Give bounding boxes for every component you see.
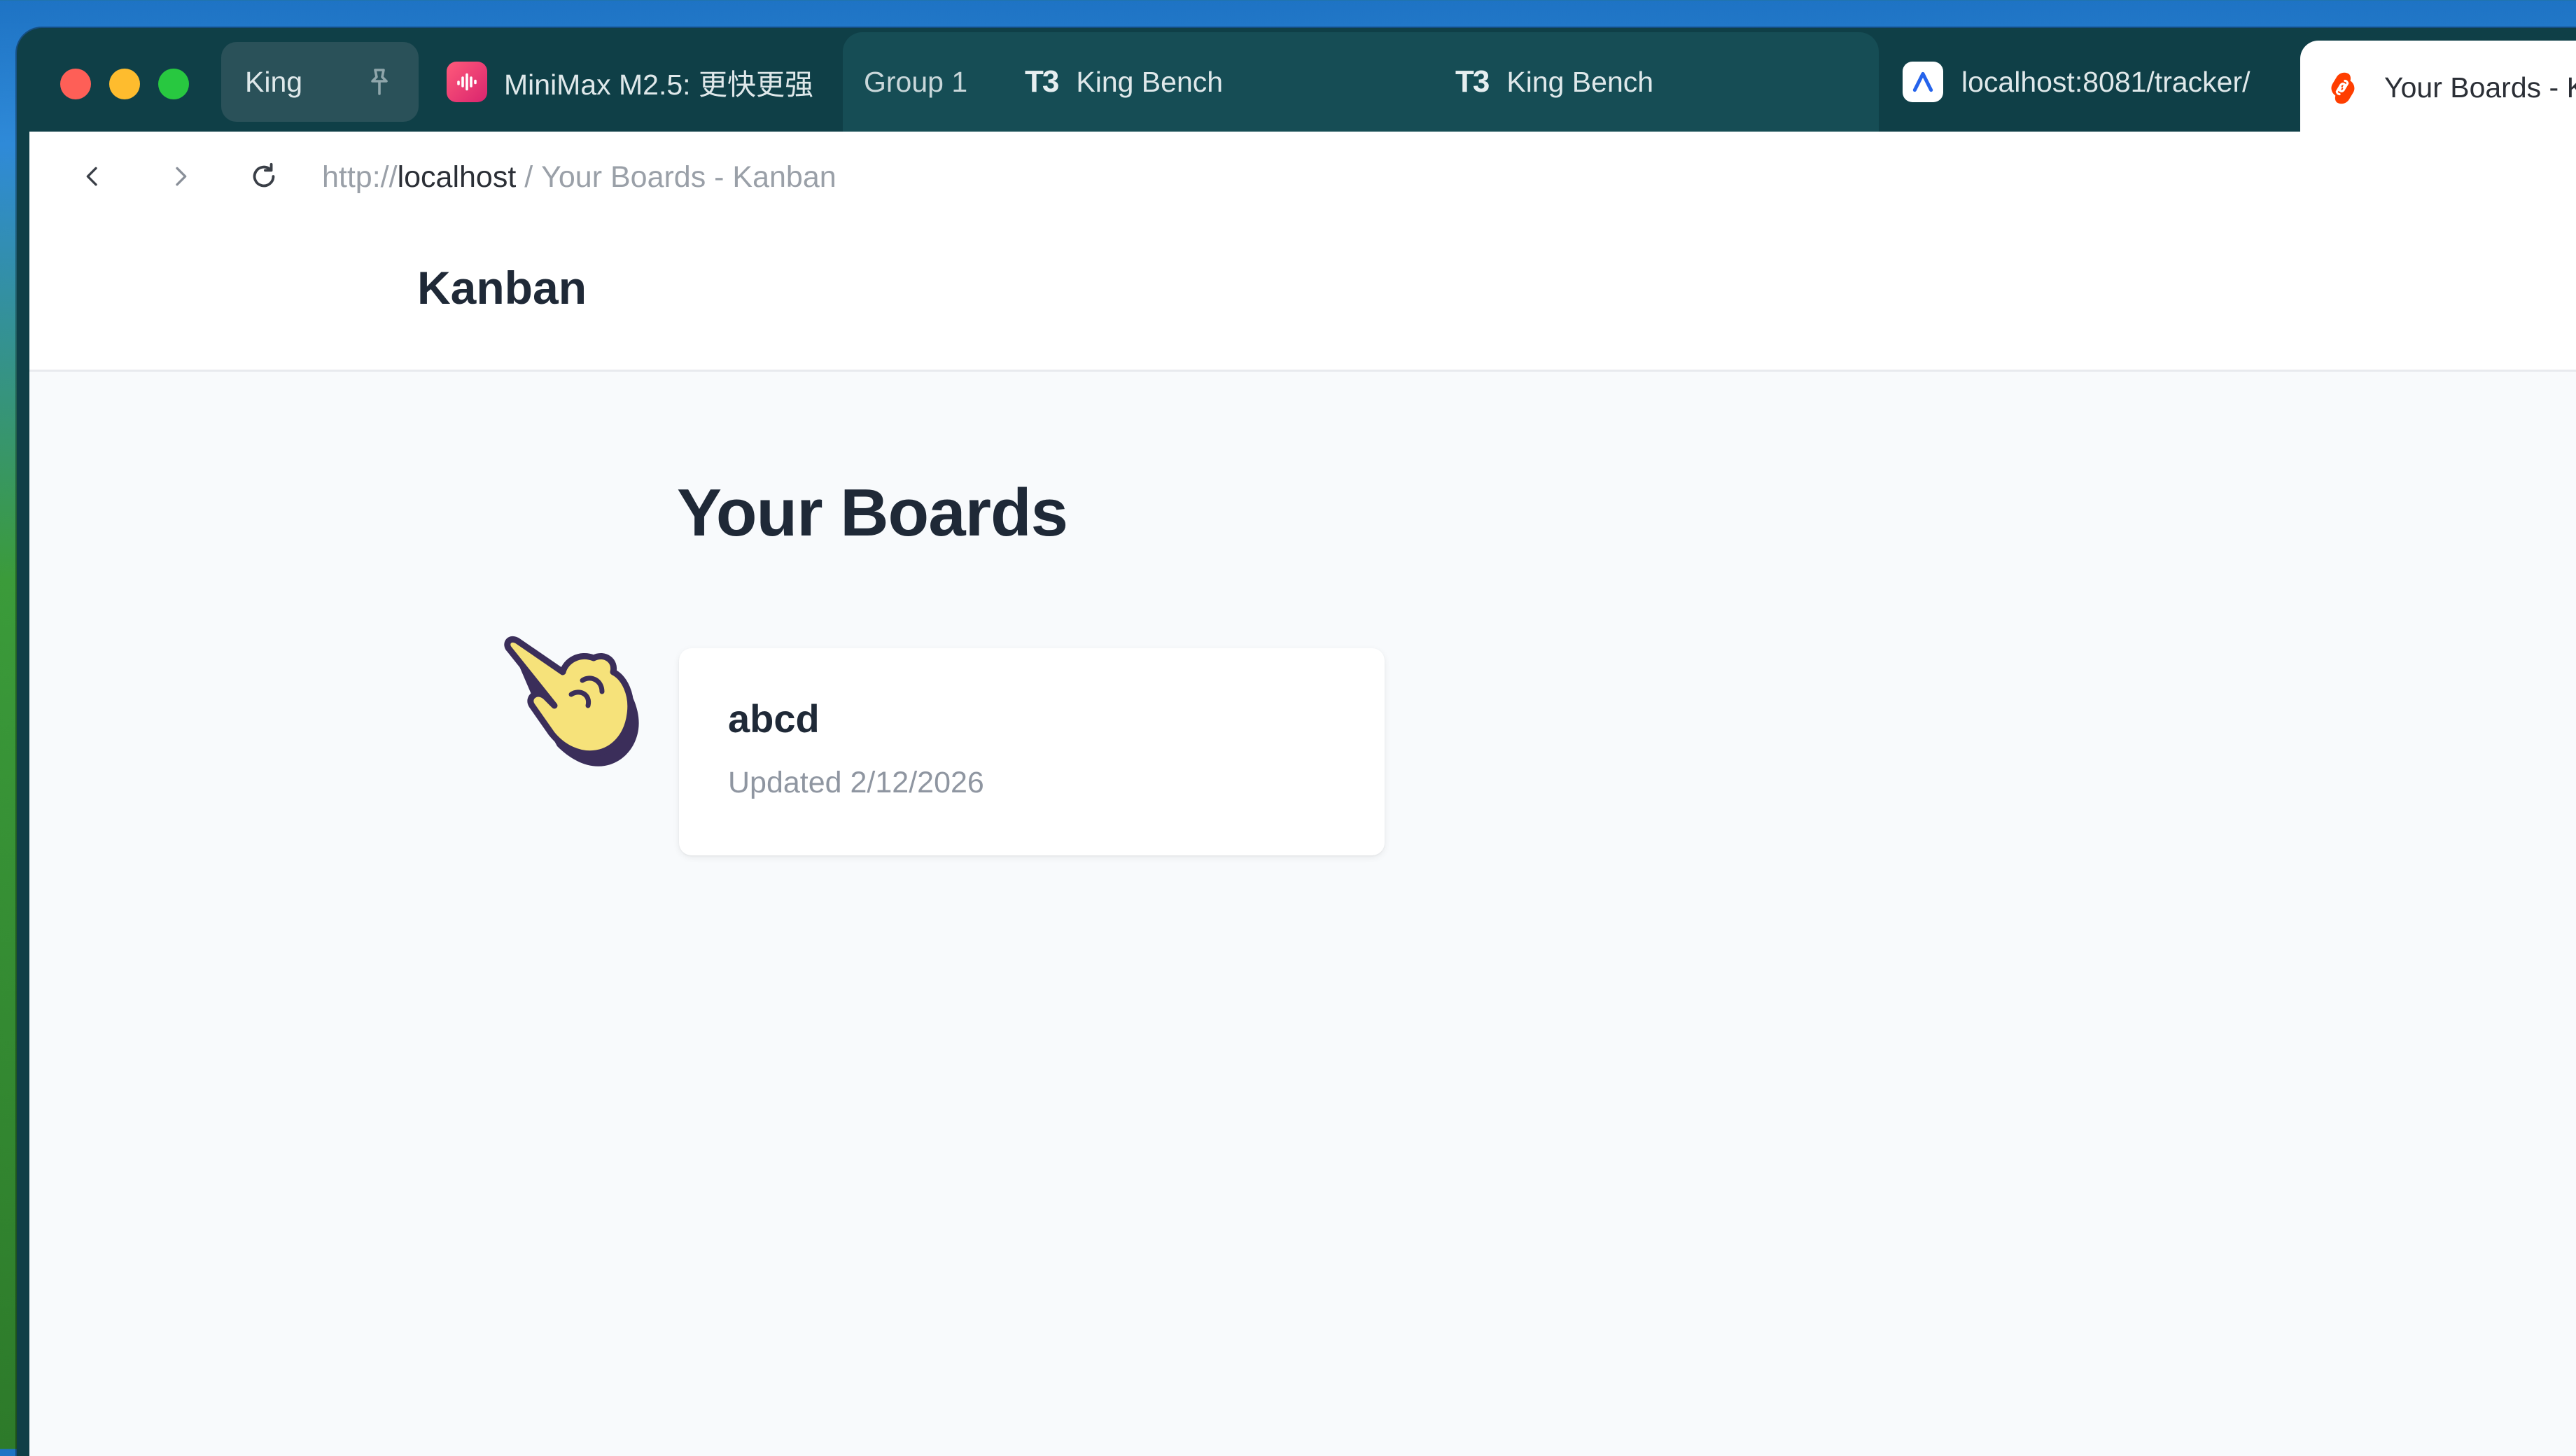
chevron-right-icon	[176, 167, 187, 186]
url-host: localhost	[397, 160, 517, 194]
tab-label: King	[245, 65, 303, 98]
tab-king-bench[interactable]: T3 King Bench	[1025, 42, 1223, 122]
hand-pointer-cursor-icon	[504, 636, 639, 766]
tab-minimax[interactable]: MiniMax M2.5: 更快更强	[430, 42, 829, 122]
fullscreen-window-button[interactable]	[158, 69, 189, 99]
page-viewport: http://localhost / Your Boards - Kanban …	[29, 132, 2576, 1456]
reload-icon	[253, 162, 275, 188]
tab-localhost-tracker[interactable]: localhost:8081/tracker/	[1893, 42, 2292, 122]
tab-group	[843, 32, 1879, 133]
t3-favicon-icon: T3	[1025, 64, 1059, 99]
chevron-left-icon	[86, 167, 97, 186]
browser-toolbar: http://localhost / Your Boards - Kanban	[29, 132, 2576, 224]
tab-label: localhost:8081/tracker/	[1961, 65, 2250, 98]
tab-bar: King MiniMax M2.5: 更快更强 Group 1 T3 King …	[17, 28, 2576, 134]
url-separator: /	[516, 160, 542, 194]
tab-label: Your Boards - K	[2384, 71, 2576, 104]
close-window-button[interactable]	[60, 69, 91, 99]
tab-label: King Bench	[1506, 65, 1654, 98]
browser-window: King MiniMax M2.5: 更快更强 Group 1 T3 King …	[17, 28, 2576, 1456]
board-card[interactable]: abcd Updated 2/12/2026	[679, 648, 1385, 855]
page-title: Your Boards	[677, 475, 1068, 550]
tab-your-boards[interactable]: Your Boards - K	[2300, 41, 2576, 134]
tab-king-bench-2[interactable]: T3 King Bench	[1455, 42, 1653, 122]
back-button[interactable]	[73, 157, 112, 196]
address-bar[interactable]: http://localhost / Your Boards - Kanban	[322, 155, 836, 200]
tab-label: King Bench	[1076, 65, 1224, 98]
board-updated: Updated 2/12/2026	[728, 766, 984, 799]
tab-king[interactable]: King	[221, 42, 419, 122]
tab-label: MiniMax M2.5: 更快更强	[504, 69, 813, 101]
minimize-window-button[interactable]	[109, 69, 140, 99]
forward-button[interactable]	[161, 157, 200, 196]
pin-icon[interactable]	[363, 66, 396, 99]
url-page-title: Your Boards - Kanban	[541, 160, 836, 194]
app-brand[interactable]: Kanban	[417, 261, 587, 314]
reload-button[interactable]	[244, 157, 284, 196]
board-name: abcd	[728, 696, 820, 741]
app-header: Kanban	[29, 223, 2576, 372]
svelte-favicon-icon	[2323, 68, 2362, 107]
minimax-favicon	[447, 62, 487, 102]
url-scheme: http://	[322, 160, 398, 194]
tracker-favicon-icon	[1903, 62, 1943, 102]
tab-group-label[interactable]: Group 1	[864, 42, 967, 122]
t3-favicon-icon: T3	[1455, 64, 1490, 99]
